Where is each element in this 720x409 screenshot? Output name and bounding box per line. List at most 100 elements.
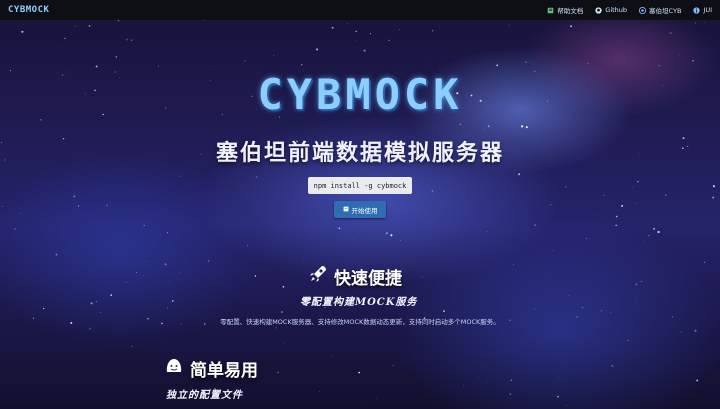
star bbox=[487, 381, 488, 382]
star bbox=[104, 398, 106, 399]
star bbox=[280, 311, 283, 313]
star bbox=[509, 248, 511, 250]
star bbox=[184, 260, 186, 262]
star bbox=[652, 331, 653, 332]
star bbox=[275, 327, 277, 328]
star bbox=[632, 186, 634, 188]
star bbox=[273, 54, 275, 56]
star bbox=[143, 224, 145, 226]
star bbox=[704, 21, 706, 23]
star bbox=[694, 329, 697, 332]
star bbox=[303, 261, 305, 263]
star bbox=[398, 28, 400, 30]
star bbox=[518, 173, 521, 176]
star bbox=[712, 275, 714, 277]
star bbox=[319, 391, 321, 393]
book-icon bbox=[343, 206, 349, 214]
star bbox=[508, 24, 510, 26]
brand-logo[interactable]: CYBMOCK bbox=[8, 5, 49, 15]
star bbox=[369, 33, 371, 35]
cyb-icon bbox=[639, 6, 647, 14]
feature-subtitle-easy: 独立的配置文件 bbox=[166, 390, 243, 401]
star bbox=[431, 30, 434, 32]
feature-title-easy: 简单易用 bbox=[164, 356, 258, 381]
star bbox=[692, 60, 694, 62]
star bbox=[678, 54, 680, 56]
hero-logo: CYBMOCK bbox=[257, 70, 463, 119]
star bbox=[363, 49, 366, 52]
star bbox=[487, 125, 490, 128]
star bbox=[640, 280, 642, 282]
star bbox=[172, 300, 174, 302]
star bbox=[178, 272, 180, 274]
star bbox=[664, 194, 667, 196]
star bbox=[243, 59, 246, 62]
star bbox=[40, 119, 42, 121]
star bbox=[600, 309, 603, 312]
star bbox=[146, 260, 147, 262]
star bbox=[657, 230, 660, 234]
hero-subtitle: 塞伯坦前端数据模拟服务器 bbox=[215, 141, 504, 166]
star bbox=[694, 22, 696, 24]
star bbox=[637, 181, 639, 183]
star bbox=[64, 37, 66, 40]
star bbox=[21, 30, 24, 33]
nav-link-docs[interactable]: 帮助文档 bbox=[547, 5, 583, 15]
star bbox=[100, 311, 102, 313]
nav-link-jui[interactable]: JUI bbox=[693, 6, 712, 14]
star bbox=[14, 227, 17, 230]
smile-icon bbox=[164, 356, 184, 381]
star bbox=[704, 261, 705, 263]
star bbox=[255, 176, 258, 178]
star bbox=[95, 65, 98, 68]
nav-links: 帮助文档 Github 塞伯坦CYB JUI bbox=[547, 5, 712, 15]
star bbox=[282, 285, 285, 288]
star bbox=[20, 212, 22, 214]
star bbox=[300, 63, 303, 66]
star bbox=[59, 46, 61, 47]
star bbox=[510, 379, 512, 381]
star bbox=[615, 224, 617, 226]
star bbox=[55, 253, 58, 256]
star bbox=[521, 125, 524, 128]
feature-title-text: 快速便捷 bbox=[334, 269, 402, 289]
star bbox=[513, 264, 515, 266]
star bbox=[534, 224, 536, 226]
star bbox=[439, 65, 441, 67]
star bbox=[168, 281, 170, 282]
star bbox=[75, 177, 76, 178]
star bbox=[696, 379, 699, 382]
star bbox=[611, 364, 614, 367]
feature-title-fast: 快速便捷 bbox=[308, 264, 402, 289]
star bbox=[627, 339, 629, 341]
star bbox=[110, 294, 113, 296]
star bbox=[421, 276, 423, 278]
star bbox=[586, 237, 588, 239]
star bbox=[669, 32, 672, 35]
star bbox=[621, 204, 624, 207]
star bbox=[565, 185, 567, 188]
feature-description-fast: 零配置、快速构建MOCK服务器、支持修改MOCK数据动态更新，支持同时启动多个M… bbox=[220, 318, 500, 326]
install-command[interactable]: npm install -g cybmock bbox=[308, 177, 412, 194]
nav-link-cyb[interactable]: 塞伯坦CYB bbox=[639, 5, 681, 15]
star bbox=[125, 281, 127, 283]
star bbox=[131, 346, 133, 348]
star bbox=[346, 23, 348, 24]
star bbox=[74, 25, 76, 27]
star bbox=[653, 227, 656, 230]
star bbox=[167, 307, 169, 309]
star bbox=[483, 128, 485, 130]
star bbox=[89, 327, 92, 330]
feature-title-text: 简单易用 bbox=[190, 361, 258, 381]
get-started-button[interactable]: 开始使用 bbox=[334, 201, 386, 218]
star bbox=[566, 405, 568, 406]
rocket-icon bbox=[308, 264, 328, 289]
star bbox=[568, 294, 570, 296]
star bbox=[581, 306, 584, 309]
star bbox=[477, 377, 479, 378]
nav-link-github[interactable]: Github bbox=[595, 6, 627, 14]
star bbox=[557, 395, 559, 398]
star bbox=[130, 39, 133, 42]
star bbox=[615, 215, 618, 218]
nav-link-label: Github bbox=[605, 6, 628, 14]
